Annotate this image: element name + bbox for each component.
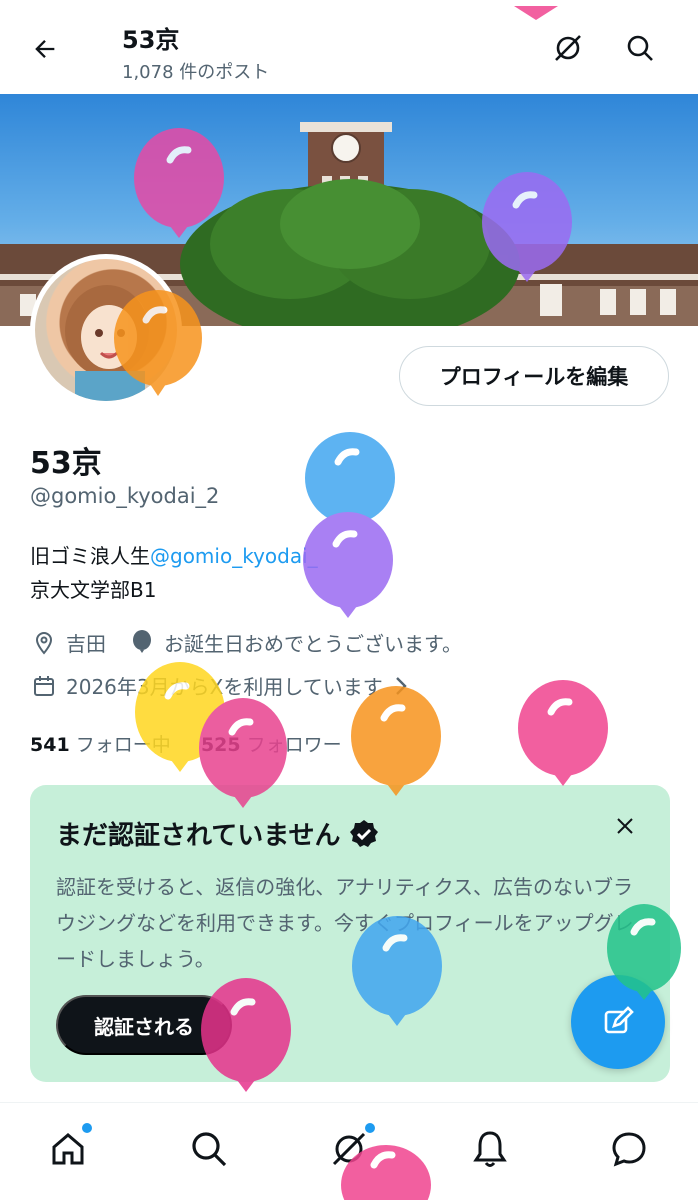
location-pin-icon xyxy=(30,629,58,657)
birthday-text: お誕生日おめでとうございます。 xyxy=(164,632,462,656)
home-notification-dot xyxy=(82,1123,92,1133)
nav-home[interactable] xyxy=(44,1123,92,1173)
bio-line-2: 京大文学部B1 xyxy=(30,578,157,602)
home-icon xyxy=(52,1133,84,1165)
meta-location-row: 吉田 お誕生日おめでとうございます。 xyxy=(30,628,462,657)
verification-description: 認証を受けると、返信の強化、アナリティクス、広告のないブラウジングなどを利用でき… xyxy=(56,875,634,971)
balloon-icon xyxy=(128,629,156,657)
grok-icon xyxy=(332,1132,366,1166)
profile-name: 53京 xyxy=(30,446,102,481)
calendar-icon xyxy=(30,672,58,700)
grok-notification-dot xyxy=(365,1123,375,1133)
notifications-icon xyxy=(473,1131,507,1167)
avatar[interactable] xyxy=(30,254,182,406)
bio-text: 旧ゴミ浪人生 xyxy=(30,544,150,568)
joined-text: 2026年3月からXを利用しています xyxy=(66,675,383,699)
close-icon[interactable] xyxy=(610,811,640,841)
bottom-nav xyxy=(0,1102,698,1200)
followers-stat[interactable]: 525 フォロワー xyxy=(201,734,342,756)
messages-icon xyxy=(612,1132,646,1167)
post-count: 1,078 件のポスト xyxy=(122,62,270,83)
verification-title-text: まだ認証されていません xyxy=(56,821,341,851)
profile-handle: @gomio_kyodai_2 xyxy=(30,484,220,508)
top-bar: 53京 1,078 件のポスト xyxy=(0,0,698,94)
nav-grok[interactable] xyxy=(325,1123,375,1173)
location-text: 吉田 xyxy=(66,632,106,656)
bio-mention-link[interactable]: @gomio_kyodai_ xyxy=(150,544,318,568)
back-arrow-icon[interactable] xyxy=(26,30,64,68)
nav-search[interactable] xyxy=(185,1125,233,1173)
bio-line-1: 旧ゴミ浪人生@gomio_kyodai_ xyxy=(30,540,318,569)
balloon-pink-2 xyxy=(518,680,608,786)
following-label: フォロー中 xyxy=(75,734,171,756)
page-title: 53京 xyxy=(122,26,180,54)
compose-button[interactable] xyxy=(571,975,665,1069)
following-stat[interactable]: 541 フォロー中 xyxy=(30,734,171,756)
edit-profile-button[interactable]: プロフィールを編集 xyxy=(399,346,669,406)
balloon-orange-2 xyxy=(351,686,441,796)
grok-icon[interactable] xyxy=(548,28,588,68)
followers-label: フォロワー xyxy=(246,734,342,756)
verified-badge-icon xyxy=(350,819,379,847)
nav-messages[interactable] xyxy=(605,1125,653,1173)
search-icon xyxy=(192,1132,227,1167)
followers-count: 525 xyxy=(200,734,241,756)
chevron-right-icon xyxy=(387,672,415,700)
verification-title: まだ認証されていません xyxy=(56,815,380,852)
compose-icon xyxy=(604,1006,634,1034)
meta-joined-row[interactable]: 2026年3月からXを利用しています xyxy=(30,671,423,700)
get-verified-button[interactable]: 認証される xyxy=(56,995,232,1055)
search-icon[interactable] xyxy=(620,28,660,68)
following-count: 541 xyxy=(30,734,70,756)
follow-stats: 541 フォロー中 525 フォロワー xyxy=(30,730,342,757)
nav-notifications[interactable] xyxy=(466,1125,514,1173)
balloon-blue-1 xyxy=(305,432,395,534)
